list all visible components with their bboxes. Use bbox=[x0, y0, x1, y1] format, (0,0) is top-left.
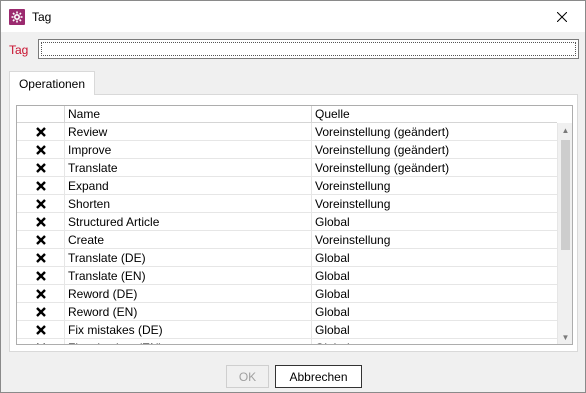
column-header-check[interactable] bbox=[17, 106, 65, 123]
name-cell[interactable]: Review bbox=[65, 123, 312, 141]
window-title: Tag bbox=[32, 10, 52, 24]
scroll-down-icon[interactable]: ▼ bbox=[558, 330, 572, 344]
name-cell[interactable]: Create bbox=[65, 231, 312, 249]
x-mark-icon bbox=[36, 127, 46, 137]
enabled-cell[interactable] bbox=[17, 123, 65, 141]
quelle-cell[interactable]: Voreinstellung bbox=[312, 231, 558, 249]
x-mark-icon bbox=[37, 343, 45, 344]
tag-label: Tag bbox=[9, 43, 29, 57]
x-mark-icon bbox=[36, 163, 46, 173]
enabled-cell[interactable] bbox=[17, 177, 65, 195]
tab-operationen[interactable]: Operationen bbox=[9, 71, 95, 95]
table-row[interactable]: Translate Voreinstellung (geändert) bbox=[17, 159, 558, 177]
quelle-cell[interactable]: Voreinstellung bbox=[312, 195, 558, 213]
x-mark-icon bbox=[36, 289, 46, 299]
x-mark-icon bbox=[36, 235, 46, 245]
x-mark-icon bbox=[36, 145, 46, 155]
table-row[interactable]: Fix mistakes (DE) Global bbox=[17, 321, 558, 339]
quelle-cell[interactable]: Voreinstellung (geändert) bbox=[312, 123, 558, 141]
table-header: Name Quelle bbox=[17, 106, 558, 123]
enabled-cell[interactable] bbox=[17, 249, 65, 267]
gear-icon bbox=[9, 9, 25, 25]
name-cell[interactable]: Fix mistakes (DE) bbox=[65, 321, 312, 339]
name-cell[interactable]: Improve bbox=[65, 141, 312, 159]
x-mark-icon bbox=[36, 271, 46, 281]
vertical-scrollbar[interactable]: ▲ ▼ bbox=[557, 123, 572, 344]
x-mark-icon bbox=[36, 181, 46, 191]
table-row[interactable]: Review Voreinstellung (geändert) bbox=[17, 123, 558, 141]
x-mark-icon bbox=[36, 199, 46, 209]
close-button[interactable] bbox=[539, 1, 585, 32]
table-row[interactable]: Reword (EN) Global bbox=[17, 303, 558, 321]
name-cell[interactable]: Reword (EN) bbox=[65, 303, 312, 321]
x-mark-icon bbox=[36, 325, 46, 335]
quelle-cell[interactable]: Global bbox=[312, 303, 558, 321]
table-row[interactable]: Fix mistakes (EN)Global bbox=[17, 339, 558, 344]
cancel-button[interactable]: Abbrechen bbox=[275, 365, 362, 388]
quelle-cell[interactable]: Global bbox=[312, 285, 558, 303]
scrollbar-thumb[interactable] bbox=[561, 140, 570, 250]
quelle-cell[interactable]: Global bbox=[312, 267, 558, 285]
scroll-up-icon[interactable]: ▲ bbox=[558, 123, 572, 138]
enabled-cell[interactable] bbox=[17, 339, 65, 344]
enabled-cell[interactable] bbox=[17, 285, 65, 303]
quelle-cell[interactable]: Global bbox=[312, 249, 558, 267]
name-cell[interactable]: Reword (DE) bbox=[65, 285, 312, 303]
name-cell[interactable]: Structured Article bbox=[65, 213, 312, 231]
enabled-cell[interactable] bbox=[17, 195, 65, 213]
name-cell[interactable]: Shorten bbox=[65, 195, 312, 213]
ok-button[interactable]: OK bbox=[226, 365, 269, 388]
table-row[interactable]: Shorten Voreinstellung bbox=[17, 195, 558, 213]
name-cell[interactable]: Fix mistakes (EN) bbox=[65, 339, 312, 344]
tag-input[interactable] bbox=[38, 39, 579, 59]
quelle-cell[interactable]: Global bbox=[312, 339, 558, 344]
tag-dialog: Tag Tag Operationen Name Quelle Review Vo… bbox=[0, 0, 586, 393]
table-row[interactable]: Translate (DE) Global bbox=[17, 249, 558, 267]
name-cell[interactable]: Translate (EN) bbox=[65, 267, 312, 285]
table-body: Review Voreinstellung (geändert) Improve Vo… bbox=[17, 123, 558, 344]
quelle-cell[interactable]: Voreinstellung (geändert) bbox=[312, 159, 558, 177]
title-bar: Tag bbox=[1, 1, 585, 32]
column-header-quelle[interactable]: Quelle bbox=[312, 106, 558, 123]
table-row[interactable]: Expand Voreinstellung bbox=[17, 177, 558, 195]
quelle-cell[interactable]: Voreinstellung bbox=[312, 177, 558, 195]
header-corner bbox=[557, 106, 572, 123]
name-cell[interactable]: Translate (DE) bbox=[65, 249, 312, 267]
quelle-cell[interactable]: Global bbox=[312, 213, 558, 231]
enabled-cell[interactable] bbox=[17, 321, 65, 339]
table-row[interactable]: Reword (DE) Global bbox=[17, 285, 558, 303]
quelle-cell[interactable]: Voreinstellung (geändert) bbox=[312, 141, 558, 159]
quelle-cell[interactable]: Global bbox=[312, 321, 558, 339]
close-icon bbox=[557, 11, 567, 22]
x-mark-icon bbox=[36, 253, 46, 263]
enabled-cell[interactable] bbox=[17, 231, 65, 249]
column-header-name[interactable]: Name bbox=[65, 106, 312, 123]
name-cell[interactable]: Expand bbox=[65, 177, 312, 195]
table-row[interactable]: Structured Article Global bbox=[17, 213, 558, 231]
enabled-cell[interactable] bbox=[17, 159, 65, 177]
enabled-cell[interactable] bbox=[17, 213, 65, 231]
x-mark-icon bbox=[36, 217, 46, 227]
enabled-cell[interactable] bbox=[17, 303, 65, 321]
name-cell[interactable]: Translate bbox=[65, 159, 312, 177]
table-row[interactable]: Translate (EN) Global bbox=[17, 267, 558, 285]
operations-table: Name Quelle Review Voreinstellung (geände… bbox=[16, 105, 573, 345]
enabled-cell[interactable] bbox=[17, 141, 65, 159]
table-row[interactable]: Create Voreinstellung bbox=[17, 231, 558, 249]
enabled-cell[interactable] bbox=[17, 267, 65, 285]
table-row[interactable]: Improve Voreinstellung (geändert) bbox=[17, 141, 558, 159]
x-mark-icon bbox=[36, 307, 46, 317]
